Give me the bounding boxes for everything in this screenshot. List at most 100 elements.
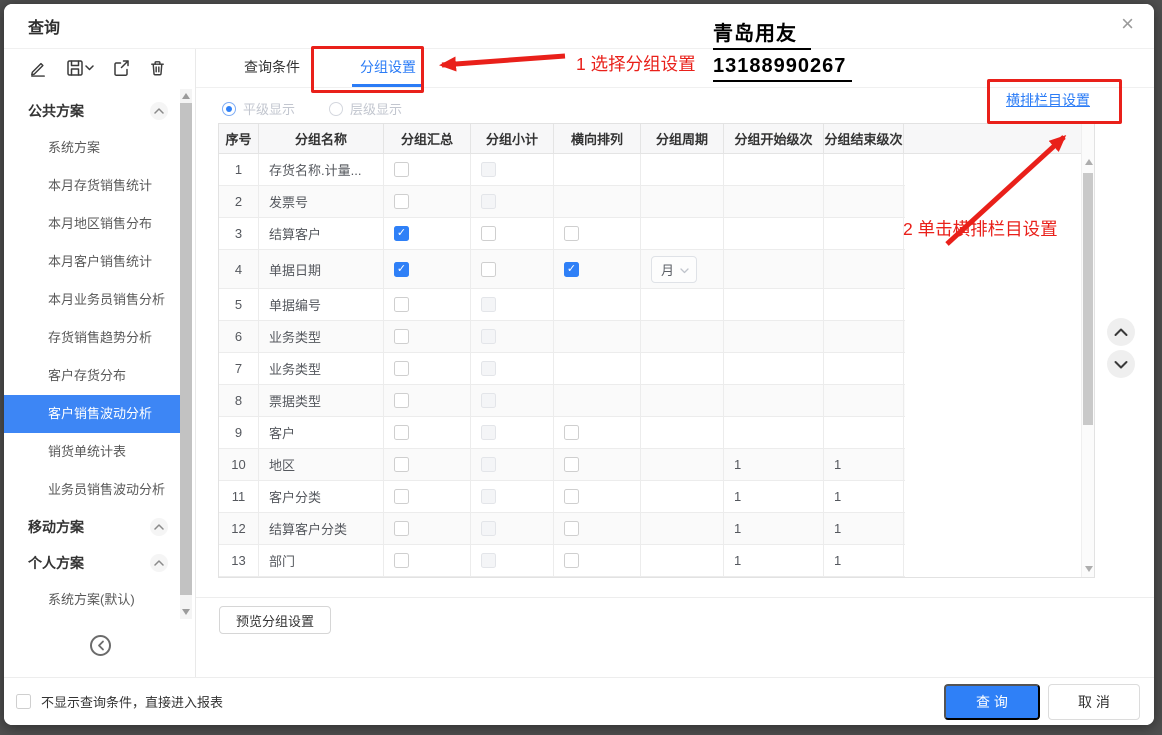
sidebar-item[interactable]: 业务员销售波动分析	[4, 471, 180, 509]
group-summary-checkbox[interactable]	[394, 361, 409, 376]
radio-unselected-icon[interactable]	[329, 102, 343, 116]
sidebar-item[interactable]: 存货销售趋势分析	[4, 319, 180, 357]
chevron-up-icon[interactable]	[150, 518, 168, 536]
skip-conditions-label: 不显示查询条件，直接进入报表	[41, 692, 223, 711]
table-row: 3结算客户✓	[219, 218, 905, 250]
sidebar-item[interactable]: 客户销售波动分析	[4, 395, 180, 433]
start-level-cell	[724, 417, 824, 448]
chevron-up-icon[interactable]	[150, 102, 168, 120]
group-summary-checkbox[interactable]: ✓	[394, 262, 409, 277]
group-summary-checkbox[interactable]	[394, 297, 409, 312]
end-level-cell	[824, 250, 904, 288]
group-summary-checkbox[interactable]	[394, 329, 409, 344]
scheme-section-header[interactable]: 个人方案	[4, 545, 180, 581]
sidebar-item[interactable]: 系统方案(默认)	[4, 581, 180, 617]
chevron-up-icon[interactable]	[150, 554, 168, 572]
sidebar-item[interactable]: 客户存货分布	[4, 357, 180, 395]
horizontal-arrange-checkbox[interactable]: ✓	[564, 262, 579, 277]
group-summary-checkbox[interactable]	[394, 162, 409, 177]
row-index-cell: 10	[219, 449, 259, 480]
group-period-cell	[641, 417, 724, 448]
end-level-cell	[824, 289, 904, 320]
horizontal-arrange-checkbox[interactable]	[564, 457, 579, 472]
row-index-cell: 12	[219, 513, 259, 544]
close-icon[interactable]: ×	[1121, 13, 1134, 35]
save-icon[interactable]	[65, 58, 94, 78]
table-cell	[554, 353, 641, 384]
group-summary-checkbox[interactable]	[394, 489, 409, 504]
horizontal-arrange-checkbox[interactable]	[564, 489, 579, 504]
dialog-title: 查询	[28, 14, 60, 38]
skip-conditions-checkbox[interactable]	[16, 694, 31, 709]
end-level-cell	[824, 186, 904, 217]
export-icon[interactable]	[111, 58, 131, 78]
horizontal-arrange-checkbox[interactable]	[564, 521, 579, 536]
sidebar-collapse-button[interactable]	[90, 635, 111, 656]
group-summary-checkbox[interactable]	[394, 194, 409, 209]
horizontal-arrange-checkbox[interactable]	[564, 226, 579, 241]
group-period-cell	[641, 449, 724, 480]
horizontal-arrange-checkbox[interactable]	[564, 425, 579, 440]
group-summary-checkbox[interactable]	[394, 393, 409, 408]
query-button[interactable]: 查 询	[944, 684, 1040, 720]
group-name-cell: 发票号	[259, 186, 384, 217]
scheme-section-label: 公共方案	[28, 101, 84, 121]
scrollbar-thumb[interactable]	[1083, 173, 1093, 425]
sidebar-item[interactable]: 本月地区销售分布	[4, 205, 180, 243]
group-subtotal-checkbox[interactable]	[481, 262, 496, 277]
group-subtotal-checkbox	[481, 457, 496, 472]
table-cell	[471, 481, 554, 512]
scrollbar-thumb[interactable]	[180, 103, 192, 595]
scroll-up-icon[interactable]	[182, 93, 190, 99]
tab-group-settings[interactable]: 分组设置	[352, 49, 424, 87]
horizontal-columns-settings-link[interactable]: 横排栏目设置	[1006, 90, 1090, 110]
group-name-cell: 客户	[259, 417, 384, 448]
radio-hierarchy-display[interactable]: 层级显示	[329, 99, 402, 118]
group-subtotal-checkbox[interactable]	[481, 226, 496, 241]
preview-grouping-button[interactable]: 预览分组设置	[219, 606, 331, 634]
group-summary-checkbox[interactable]	[394, 457, 409, 472]
radio-selected-icon[interactable]	[222, 102, 236, 116]
sidebar-item[interactable]: 销货单统计表	[4, 433, 180, 471]
radio-flat-display[interactable]: 平级显示	[222, 99, 295, 118]
table-cell	[384, 353, 471, 384]
group-summary-checkbox[interactable]	[394, 425, 409, 440]
scroll-down-icon[interactable]	[1085, 566, 1093, 572]
move-row-down-button[interactable]	[1107, 350, 1135, 378]
scheme-section-header[interactable]: 移动方案	[4, 509, 180, 545]
edit-icon[interactable]	[29, 58, 48, 78]
group-name-cell: 单据编号	[259, 289, 384, 320]
period-select[interactable]: 月	[651, 256, 697, 283]
sidebar-scrollbar[interactable]	[180, 89, 192, 619]
sidebar-item[interactable]: 本月存货销售统计	[4, 167, 180, 205]
sidebar-item[interactable]: 本月客户销售统计	[4, 243, 180, 281]
table-row: 4单据日期✓✓月	[219, 250, 905, 289]
group-subtotal-checkbox	[481, 553, 496, 568]
group-summary-checkbox[interactable]	[394, 553, 409, 568]
scroll-up-icon[interactable]	[1085, 159, 1093, 165]
group-summary-checkbox[interactable]	[394, 521, 409, 536]
group-name-cell: 业务类型	[259, 321, 384, 352]
scroll-down-icon[interactable]	[182, 609, 190, 615]
table-cell	[471, 417, 554, 448]
move-row-up-button[interactable]	[1107, 318, 1135, 346]
chevron-down-icon	[1114, 360, 1128, 369]
group-summary-checkbox[interactable]: ✓	[394, 226, 409, 241]
cancel-button[interactable]: 取 消	[1048, 684, 1140, 720]
chevron-down-icon	[680, 262, 689, 277]
row-index-cell: 8	[219, 385, 259, 416]
start-level-cell	[724, 321, 824, 352]
scheme-section-header[interactable]: 公共方案	[4, 93, 180, 129]
table-scrollbar[interactable]	[1081, 124, 1094, 577]
group-period-cell	[641, 321, 724, 352]
table-cell: ✓	[384, 218, 471, 249]
horizontal-arrange-checkbox[interactable]	[564, 553, 579, 568]
sidebar-item[interactable]: 本月业务员销售分析	[4, 281, 180, 319]
sidebar-item[interactable]: 系统方案	[4, 129, 180, 167]
tab-query-conditions[interactable]: 查询条件	[236, 49, 308, 87]
table-cell	[384, 154, 471, 185]
table-row: 5单据编号	[219, 289, 905, 321]
delete-icon[interactable]	[148, 58, 167, 78]
table-cell: ✓	[384, 250, 471, 288]
group-period-cell	[641, 481, 724, 512]
